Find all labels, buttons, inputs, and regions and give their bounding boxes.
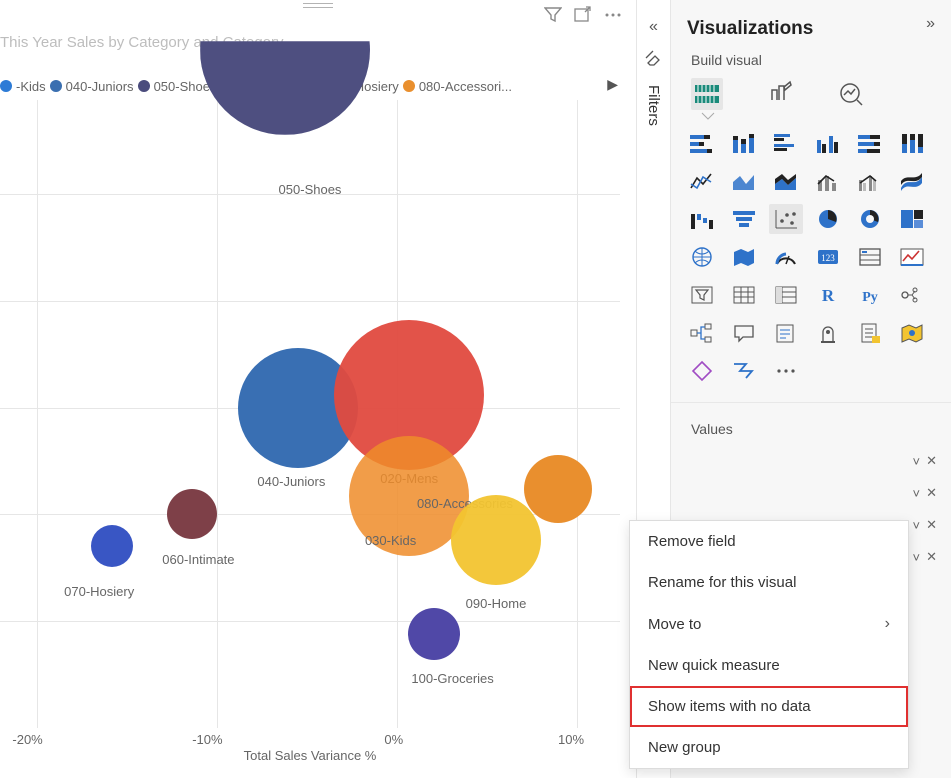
bubble-080-accessories[interactable] xyxy=(524,455,592,523)
menu-remove-field[interactable]: Remove field xyxy=(630,521,908,562)
viz-r-script[interactable]: R xyxy=(811,280,845,310)
chart-visual[interactable]: This Year Sales by Category and Category… xyxy=(0,0,637,778)
bubble-label: 060-Intimate xyxy=(162,552,234,567)
viz-power-automate[interactable] xyxy=(727,356,761,386)
eraser-icon[interactable] xyxy=(645,50,663,71)
focus-mode-icon[interactable] xyxy=(574,6,592,24)
viz-stacked-area[interactable] xyxy=(769,166,803,196)
viz-stacked-bar[interactable] xyxy=(685,128,719,158)
x-tick: -10% xyxy=(192,732,222,747)
viz-paginated-report[interactable] xyxy=(853,318,887,348)
chevron-down-icon[interactable]: ˅ xyxy=(913,550,921,565)
viz-python[interactable]: Py xyxy=(853,280,887,310)
viz-filled-map[interactable] xyxy=(727,242,761,272)
collapse-icon[interactable]: « xyxy=(649,18,658,36)
chevron-down-icon[interactable]: ˅ xyxy=(913,454,921,469)
menu-move-to[interactable]: Move to› xyxy=(630,603,908,645)
viz-get-more[interactable] xyxy=(769,356,803,386)
viz-pie[interactable] xyxy=(811,204,845,234)
viz-funnel[interactable] xyxy=(727,204,761,234)
legend-scroll-right[interactable]: ▶ xyxy=(607,76,618,93)
drag-handle[interactable] xyxy=(303,3,333,8)
viz-clustered-bar[interactable] xyxy=(769,128,803,158)
bubble-label: 040-Juniors xyxy=(257,474,325,489)
viz-stacked-column[interactable] xyxy=(727,128,761,158)
viz-scatter[interactable] xyxy=(769,204,803,234)
chevron-down-icon[interactable]: ˅ xyxy=(913,486,921,501)
svg-text:R: R xyxy=(822,286,835,305)
x-tick: 0% xyxy=(384,732,403,747)
menu-rename[interactable]: Rename for this visual xyxy=(630,562,908,603)
menu-show-items-no-data[interactable]: Show items with no data xyxy=(630,686,908,727)
viz-power-apps[interactable] xyxy=(685,356,719,386)
viz-decomposition-tree[interactable] xyxy=(685,318,719,348)
viz-gallery: 123 R Py xyxy=(671,120,951,394)
menu-new-group[interactable]: New group xyxy=(630,727,908,768)
field-well-row[interactable]: ˅✕ xyxy=(671,445,951,477)
bubble-label: 030-Kids xyxy=(365,533,416,548)
x-axis-label: Total Sales Variance % xyxy=(0,748,620,763)
viz-matrix[interactable] xyxy=(769,280,803,310)
svg-text:123: 123 xyxy=(821,253,835,263)
legend-label: 040-Juniors xyxy=(66,79,134,94)
viz-100-stacked-bar[interactable] xyxy=(853,128,887,158)
svg-text:Py: Py xyxy=(862,290,878,305)
chevron-down-icon[interactable]: ˅ xyxy=(913,518,921,533)
remove-field-icon[interactable]: ✕ xyxy=(926,453,937,469)
viz-card[interactable]: 123 xyxy=(811,242,845,272)
viz-kpi[interactable] xyxy=(895,242,929,272)
viz-area[interactable] xyxy=(727,166,761,196)
filter-icon[interactable] xyxy=(544,6,562,24)
viz-map[interactable] xyxy=(685,242,719,272)
remove-field-icon[interactable]: ✕ xyxy=(926,485,937,501)
bubble-label: 100-Groceries xyxy=(411,671,493,686)
analytics-tab[interactable] xyxy=(835,78,867,110)
bubble-label: 070-Hosiery xyxy=(64,584,134,599)
viz-arcgis[interactable] xyxy=(895,318,929,348)
field-well-row[interactable]: ˅✕ xyxy=(671,477,951,509)
viz-gauge[interactable] xyxy=(769,242,803,272)
bubble-060-intimate[interactable] xyxy=(167,489,217,539)
viz-table[interactable] xyxy=(727,280,761,310)
viz-key-influencers[interactable] xyxy=(895,280,929,310)
plot-area[interactable]: 050-Shoes 040-Juniors 020-Mens 030-Kids … xyxy=(0,100,620,728)
pane-subtitle: Build visual xyxy=(671,48,951,74)
bubble-090-home[interactable] xyxy=(451,495,541,585)
viz-waterfall[interactable] xyxy=(685,204,719,234)
pane-title: Visualizations xyxy=(687,0,813,48)
bubble-100-groceries[interactable] xyxy=(408,608,460,660)
legend-label: -Kids xyxy=(16,79,46,94)
legend-label: 080-Accessori... xyxy=(419,79,512,94)
bubble-label: 050-Shoes xyxy=(279,182,342,197)
viz-qa[interactable] xyxy=(727,318,761,348)
field-context-menu: Remove field Rename for this visual Move… xyxy=(629,520,909,769)
viz-ribbon[interactable] xyxy=(895,166,929,196)
values-header: Values xyxy=(671,402,951,445)
x-tick: 10% xyxy=(558,732,584,747)
remove-field-icon[interactable]: ✕ xyxy=(926,517,937,533)
remove-field-icon[interactable]: ✕ xyxy=(926,549,937,565)
build-visual-tab[interactable] xyxy=(691,78,723,110)
filters-label[interactable]: Filters xyxy=(645,85,662,126)
viz-goals[interactable] xyxy=(811,318,845,348)
format-visual-tab[interactable] xyxy=(763,78,795,110)
viz-line-clustered-column[interactable] xyxy=(853,166,887,196)
viz-clustered-column[interactable] xyxy=(811,128,845,158)
viz-treemap[interactable] xyxy=(895,204,929,234)
expand-icon[interactable]: » xyxy=(926,15,935,33)
viz-donut[interactable] xyxy=(853,204,887,234)
bubble-label: 090-Home xyxy=(466,596,527,611)
menu-new-quick-measure[interactable]: New quick measure xyxy=(630,645,908,686)
viz-multi-row-card[interactable] xyxy=(853,242,887,272)
x-tick: -20% xyxy=(12,732,42,747)
viz-line-stacked-column[interactable] xyxy=(811,166,845,196)
x-axis: -20% -10% 0% 10% Total Sales Variance % xyxy=(0,728,620,778)
chevron-right-icon: › xyxy=(885,615,890,633)
viz-line[interactable] xyxy=(685,166,719,196)
viz-slicer[interactable] xyxy=(685,280,719,310)
viz-smart-narrative[interactable] xyxy=(769,318,803,348)
more-options-icon[interactable] xyxy=(604,6,622,24)
bubble-070-hosiery[interactable] xyxy=(91,525,133,567)
viz-100-stacked-column[interactable] xyxy=(895,128,929,158)
